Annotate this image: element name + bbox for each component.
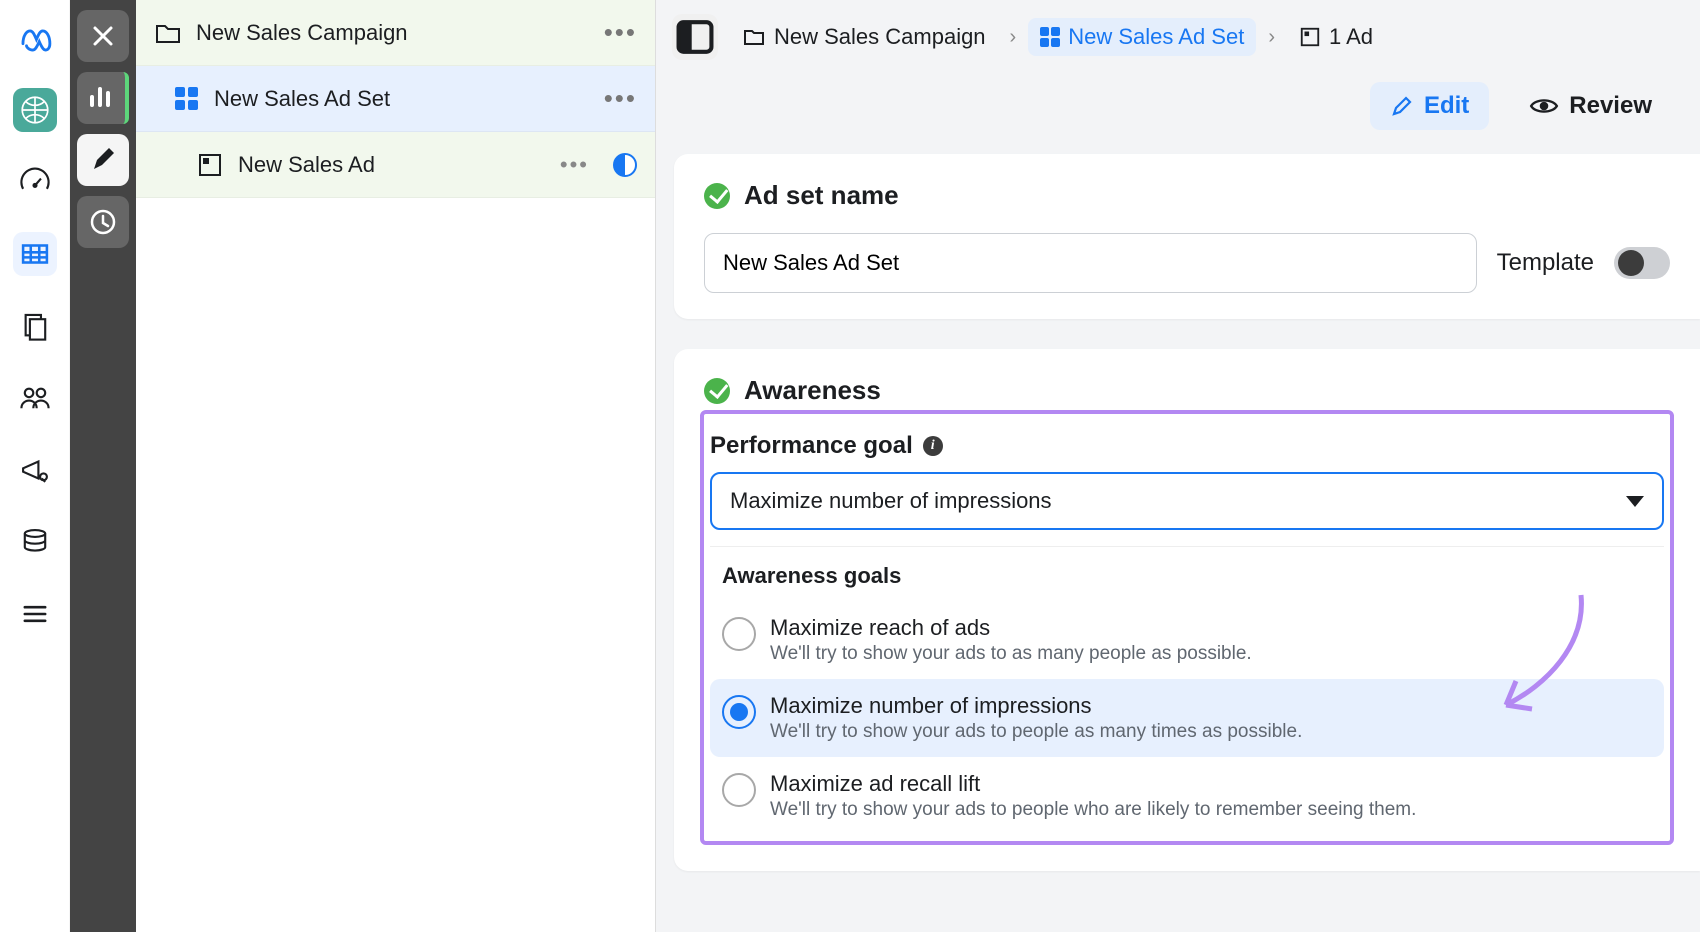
- dropdown-group-label: Awareness goals: [710, 547, 1664, 601]
- option-title: Maximize number of impressions: [770, 693, 1302, 719]
- option-impressions[interactable]: Maximize number of impressions We'll try…: [710, 679, 1664, 757]
- hierarchy-adset-label: New Sales Ad Set: [214, 86, 590, 112]
- panel-toggle-button[interactable]: [672, 14, 718, 60]
- radio-icon: [722, 695, 756, 729]
- nav-promote[interactable]: [13, 448, 57, 492]
- megaphone-icon: [18, 453, 52, 487]
- people-icon: [18, 381, 52, 415]
- chevron-right-icon: ›: [1010, 26, 1017, 49]
- bar-chart-icon: [86, 83, 116, 113]
- performance-goal-label: Performance goal: [710, 432, 913, 460]
- check-icon: [704, 378, 730, 404]
- option-desc: We'll try to show your ads to as many pe…: [770, 643, 1252, 665]
- template-toggle[interactable]: [1614, 247, 1670, 279]
- review-button[interactable]: Review: [1509, 82, 1672, 130]
- crumb-ad-label: 1 Ad: [1329, 24, 1373, 50]
- radio-icon: [722, 773, 756, 807]
- template-label: Template: [1497, 249, 1594, 277]
- meta-logo[interactable]: [13, 16, 57, 60]
- clock-icon: [88, 207, 118, 237]
- adset-icon: [1040, 27, 1060, 47]
- menu-icon: [18, 597, 52, 631]
- folder-icon: [742, 25, 766, 49]
- close-editor-button[interactable]: [77, 10, 129, 62]
- status-half-icon: [613, 153, 637, 177]
- crumb-campaign[interactable]: New Sales Campaign: [730, 18, 998, 56]
- breadcrumb: New Sales Campaign › New Sales Ad Set › …: [656, 0, 1700, 74]
- crumb-adset-label: New Sales Ad Set: [1068, 24, 1244, 50]
- eye-icon: [1529, 95, 1559, 117]
- pencil-icon: [1390, 94, 1414, 118]
- review-label: Review: [1569, 92, 1652, 120]
- documents-icon: [18, 309, 52, 343]
- edit-toolbar-button[interactable]: [77, 134, 129, 186]
- chart-toolbar-button[interactable]: [77, 72, 129, 124]
- info-icon[interactable]: i: [923, 436, 943, 456]
- awareness-heading: Awareness: [744, 375, 881, 406]
- option-reach[interactable]: Maximize reach of ads We'll try to show …: [710, 601, 1664, 679]
- structure-panel: New Sales Campaign ••• New Sales Ad Set …: [136, 0, 656, 932]
- option-title: Maximize reach of ads: [770, 615, 1252, 641]
- nav-reports[interactable]: [13, 304, 57, 348]
- adset-icon: [172, 85, 200, 113]
- more-icon[interactable]: •••: [604, 17, 637, 48]
- adset-name-heading: Ad set name: [744, 180, 899, 211]
- edit-label: Edit: [1424, 92, 1469, 120]
- performance-goal-value: Maximize number of impressions: [730, 488, 1052, 514]
- editor-actions: Edit Review: [656, 74, 1700, 144]
- option-desc: We'll try to show your ads to people who…: [770, 799, 1416, 821]
- ad-icon: [196, 151, 224, 179]
- adset-name-card: Ad set name Template: [674, 154, 1700, 319]
- editor-panel: New Sales Campaign › New Sales Ad Set › …: [656, 0, 1700, 932]
- awareness-card: Awareness Performance goal i Maximize nu…: [674, 349, 1700, 871]
- history-toolbar-button[interactable]: [77, 196, 129, 248]
- global-nav-rail: [0, 0, 70, 932]
- check-icon: [704, 183, 730, 209]
- ad-icon: [1299, 26, 1321, 48]
- crumb-adset[interactable]: New Sales Ad Set: [1028, 18, 1256, 56]
- grid-icon: [18, 237, 52, 271]
- more-icon[interactable]: •••: [560, 152, 589, 178]
- nav-billing[interactable]: [13, 520, 57, 564]
- performance-goal-dropdown: Awareness goals Maximize reach of ads We…: [710, 546, 1664, 835]
- hierarchy-adset[interactable]: New Sales Ad Set •••: [136, 66, 655, 132]
- nav-globe[interactable]: [13, 88, 57, 132]
- pencil-icon: [88, 145, 118, 175]
- panel-icon: [672, 14, 718, 60]
- chevron-down-icon: [1626, 496, 1644, 507]
- crumb-campaign-label: New Sales Campaign: [774, 24, 986, 50]
- crumb-ad[interactable]: 1 Ad: [1287, 18, 1385, 56]
- option-title: Maximize ad recall lift: [770, 771, 1416, 797]
- coins-icon: [18, 525, 52, 559]
- chevron-right-icon: ›: [1268, 26, 1275, 49]
- globe-icon: [18, 93, 52, 127]
- nav-grid[interactable]: [13, 232, 57, 276]
- hierarchy-campaign-label: New Sales Campaign: [196, 20, 590, 46]
- performance-goal-select[interactable]: Maximize number of impressions: [710, 472, 1664, 530]
- hierarchy-campaign[interactable]: New Sales Campaign •••: [136, 0, 655, 66]
- meta-logo-icon: [18, 21, 52, 55]
- nav-dashboard[interactable]: [13, 160, 57, 204]
- nav-audiences[interactable]: [13, 376, 57, 420]
- edit-button[interactable]: Edit: [1370, 82, 1489, 130]
- option-desc: We'll try to show your ads to people as …: [770, 721, 1302, 743]
- editor-toolbar: [70, 0, 136, 932]
- folder-icon: [154, 19, 182, 47]
- nav-more[interactable]: [13, 592, 57, 636]
- more-icon[interactable]: •••: [604, 83, 637, 114]
- hierarchy-ad[interactable]: New Sales Ad •••: [136, 132, 655, 198]
- option-recall[interactable]: Maximize ad recall lift We'll try to sho…: [710, 757, 1664, 835]
- gauge-icon: [18, 165, 52, 199]
- adset-name-input[interactable]: [704, 233, 1477, 293]
- close-icon: [88, 21, 118, 51]
- radio-icon: [722, 617, 756, 651]
- performance-goal-highlight: Performance goal i Maximize number of im…: [700, 410, 1674, 845]
- hierarchy-ad-label: New Sales Ad: [238, 152, 546, 178]
